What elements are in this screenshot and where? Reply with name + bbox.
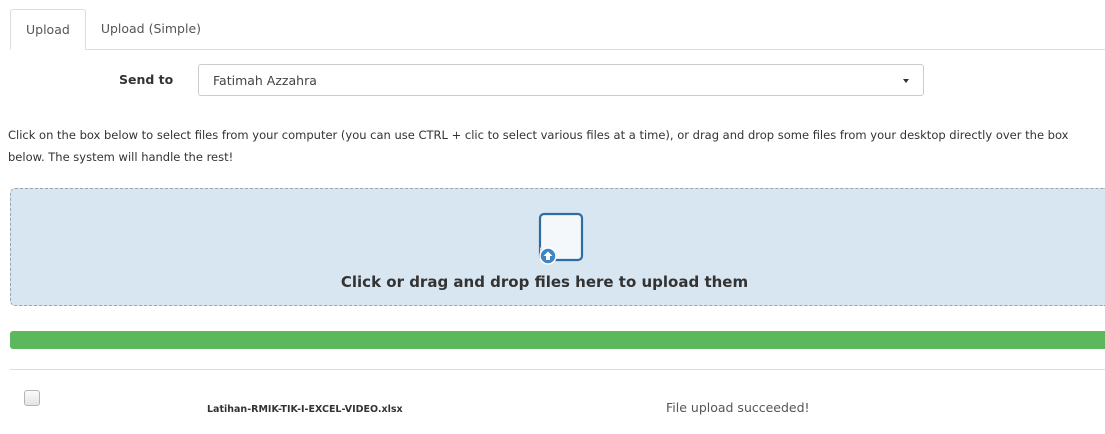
send-to-select[interactable]: Fatimah Azzahra <box>198 64 924 96</box>
file-select-checkbox[interactable] <box>24 390 40 406</box>
upload-instructions: Click on the box below to select files f… <box>8 128 1069 164</box>
file-dropzone[interactable]: Click or drag and drop files here to upl… <box>10 188 1105 306</box>
file-status: File upload succeeded! <box>666 400 810 415</box>
upload-page: Upload Upload (Simple) Send to Fatimah A… <box>0 0 1105 434</box>
send-to-row: Send to Fatimah Azzahra <box>0 64 1105 96</box>
send-to-selected-value: Fatimah Azzahra <box>213 73 317 88</box>
tab-upload[interactable]: Upload <box>10 9 86 50</box>
uploaded-file-list: Latihan-RMIK-TIK-I-EXCEL-VIDEO.xlsx File… <box>10 369 1105 434</box>
upload-progress-fill <box>10 331 1105 349</box>
upload-tabs: Upload Upload (Simple) <box>10 8 1105 50</box>
tab-upload-simple[interactable]: Upload (Simple) <box>86 9 216 49</box>
caret-down-icon <box>903 79 909 83</box>
upload-progress-bar <box>10 331 1105 349</box>
send-to-label: Send to <box>119 72 174 87</box>
file-name: Latihan-RMIK-TIK-I-EXCEL-VIDEO.xlsx <box>207 404 403 415</box>
dropzone-text: Click or drag and drop files here to upl… <box>340 273 749 291</box>
file-upload-icon <box>538 212 584 265</box>
